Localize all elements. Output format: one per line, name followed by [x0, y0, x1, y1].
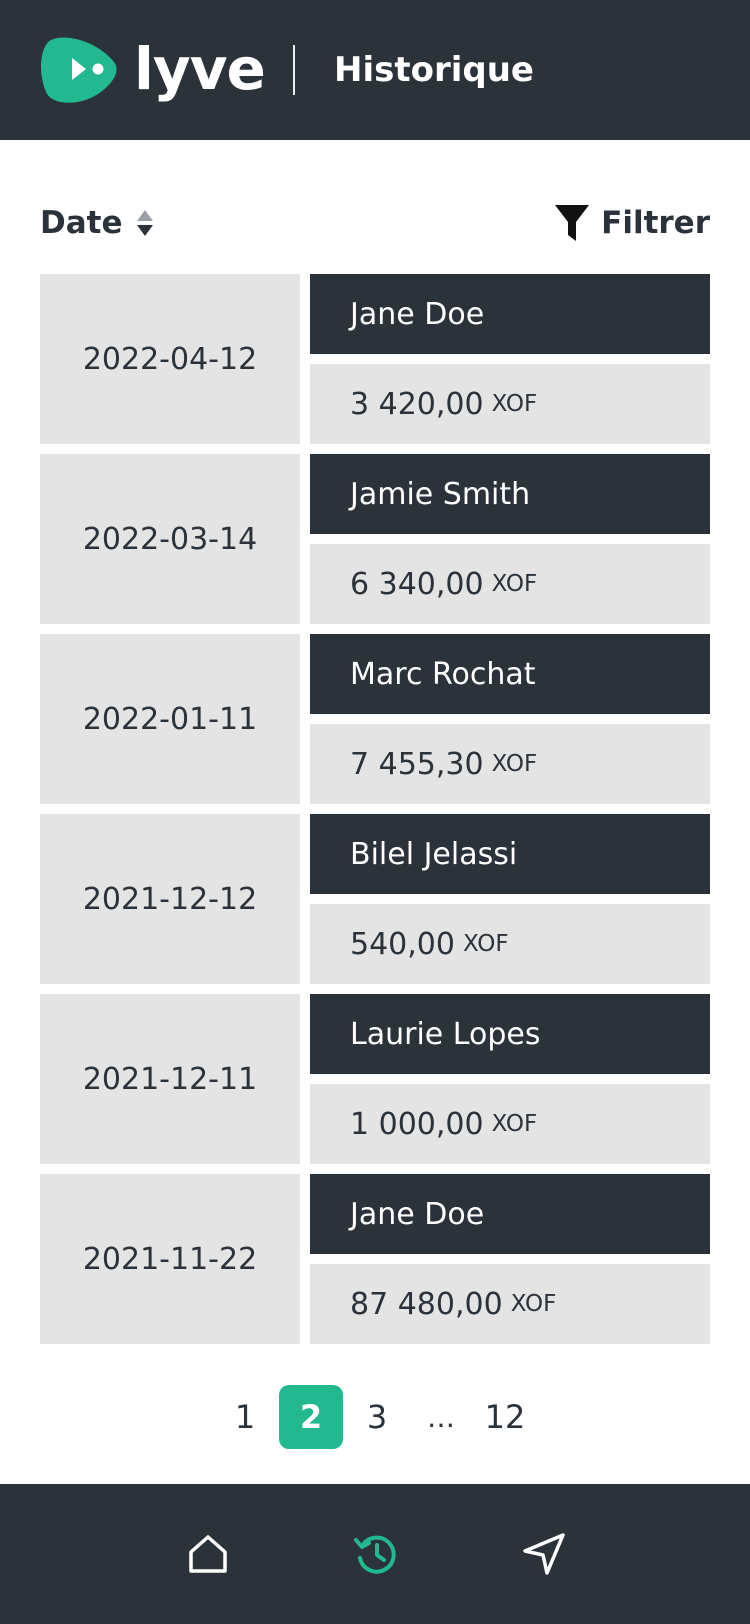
- logo-mark-icon: [41, 37, 117, 103]
- page-12-button[interactable]: 12: [473, 1385, 537, 1449]
- send-icon: [523, 1533, 565, 1575]
- transaction-currency: XOF: [491, 751, 538, 777]
- transaction-name: Laurie Lopes: [310, 994, 710, 1074]
- pagination: 1 2 3 … 12: [0, 1385, 750, 1449]
- transaction-amount: 6 340,00: [350, 566, 484, 602]
- header-divider: [293, 45, 295, 95]
- transaction-date: 2022-03-14: [40, 454, 300, 624]
- transaction-row[interactable]: 2021-11-22 Jane Doe 87 480,00 XOF: [40, 1174, 710, 1344]
- transaction-row[interactable]: 2022-01-11 Marc Rochat 7 455,30 XOF: [40, 634, 710, 804]
- history-icon: [354, 1535, 396, 1574]
- transaction-date: 2021-12-12: [40, 814, 300, 984]
- page-3-button[interactable]: 3: [345, 1385, 409, 1449]
- logo[interactable]: lyve: [40, 33, 266, 105]
- nav-home-button[interactable]: [178, 1524, 238, 1584]
- transaction-amount-cell: 7 455,30 XOF: [310, 724, 710, 804]
- app-header: lyve Historique: [0, 0, 750, 140]
- page-ellipsis: …: [427, 1400, 455, 1434]
- transaction-list: 2022-04-12 Jane Doe 3 420,00 XOF 2022-03…: [40, 274, 710, 1354]
- transaction-name: Jane Doe: [310, 1174, 710, 1254]
- transaction-row[interactable]: 2022-04-12 Jane Doe 3 420,00 XOF: [40, 274, 710, 444]
- transaction-date: 2022-04-12: [40, 274, 300, 444]
- transaction-amount-cell: 6 340,00 XOF: [310, 544, 710, 624]
- funnel-icon: [555, 205, 590, 241]
- transaction-date: 2022-01-11: [40, 634, 300, 804]
- bottom-navigation: [0, 1484, 750, 1624]
- transaction-amount-cell: 540,00 XOF: [310, 904, 710, 984]
- transaction-row[interactable]: 2021-12-12 Bilel Jelassi 540,00 XOF: [40, 814, 710, 984]
- transaction-amount: 7 455,30: [350, 746, 484, 782]
- transaction-amount-cell: 1 000,00 XOF: [310, 1084, 710, 1164]
- transaction-date: 2021-11-22: [40, 1174, 300, 1344]
- transaction-name: Bilel Jelassi: [310, 814, 710, 894]
- transaction-amount: 1 000,00: [350, 1106, 484, 1142]
- filter-button[interactable]: Filtrer: [555, 200, 710, 246]
- transaction-currency: XOF: [462, 931, 509, 957]
- transaction-name: Jamie Smith: [310, 454, 710, 534]
- transaction-name: Jane Doe: [310, 274, 710, 354]
- page-1-button[interactable]: 1: [213, 1385, 277, 1449]
- transaction-amount: 87 480,00: [350, 1286, 503, 1322]
- transaction-date: 2021-12-11: [40, 994, 300, 1164]
- transaction-name: Marc Rochat: [310, 634, 710, 714]
- transaction-currency: XOF: [491, 571, 538, 597]
- sort-icon: [136, 210, 153, 236]
- list-toolbar: Date Filtrer: [40, 200, 710, 246]
- transaction-amount: 540,00: [350, 926, 455, 962]
- filter-label: Filtrer: [601, 205, 710, 241]
- transaction-row[interactable]: 2022-03-14 Jamie Smith 6 340,00 XOF: [40, 454, 710, 624]
- logo-text: lyve: [134, 35, 266, 103]
- nav-history-button[interactable]: [346, 1524, 406, 1584]
- transaction-amount-cell: 87 480,00 XOF: [310, 1264, 710, 1344]
- transaction-amount-cell: 3 420,00 XOF: [310, 364, 710, 444]
- transaction-amount: 3 420,00: [350, 386, 484, 422]
- nav-send-button[interactable]: [514, 1524, 574, 1584]
- transaction-row[interactable]: 2021-12-11 Laurie Lopes 1 000,00 XOF: [40, 994, 710, 1164]
- page-2-button-current[interactable]: 2: [279, 1385, 343, 1449]
- transaction-currency: XOF: [491, 391, 538, 417]
- transaction-currency: XOF: [491, 1111, 538, 1137]
- transaction-currency: XOF: [510, 1291, 557, 1317]
- home-icon: [189, 1535, 227, 1573]
- sort-by-date-button[interactable]: Date: [40, 200, 155, 246]
- sort-label: Date: [40, 205, 123, 241]
- page-title: Historique: [334, 50, 534, 90]
